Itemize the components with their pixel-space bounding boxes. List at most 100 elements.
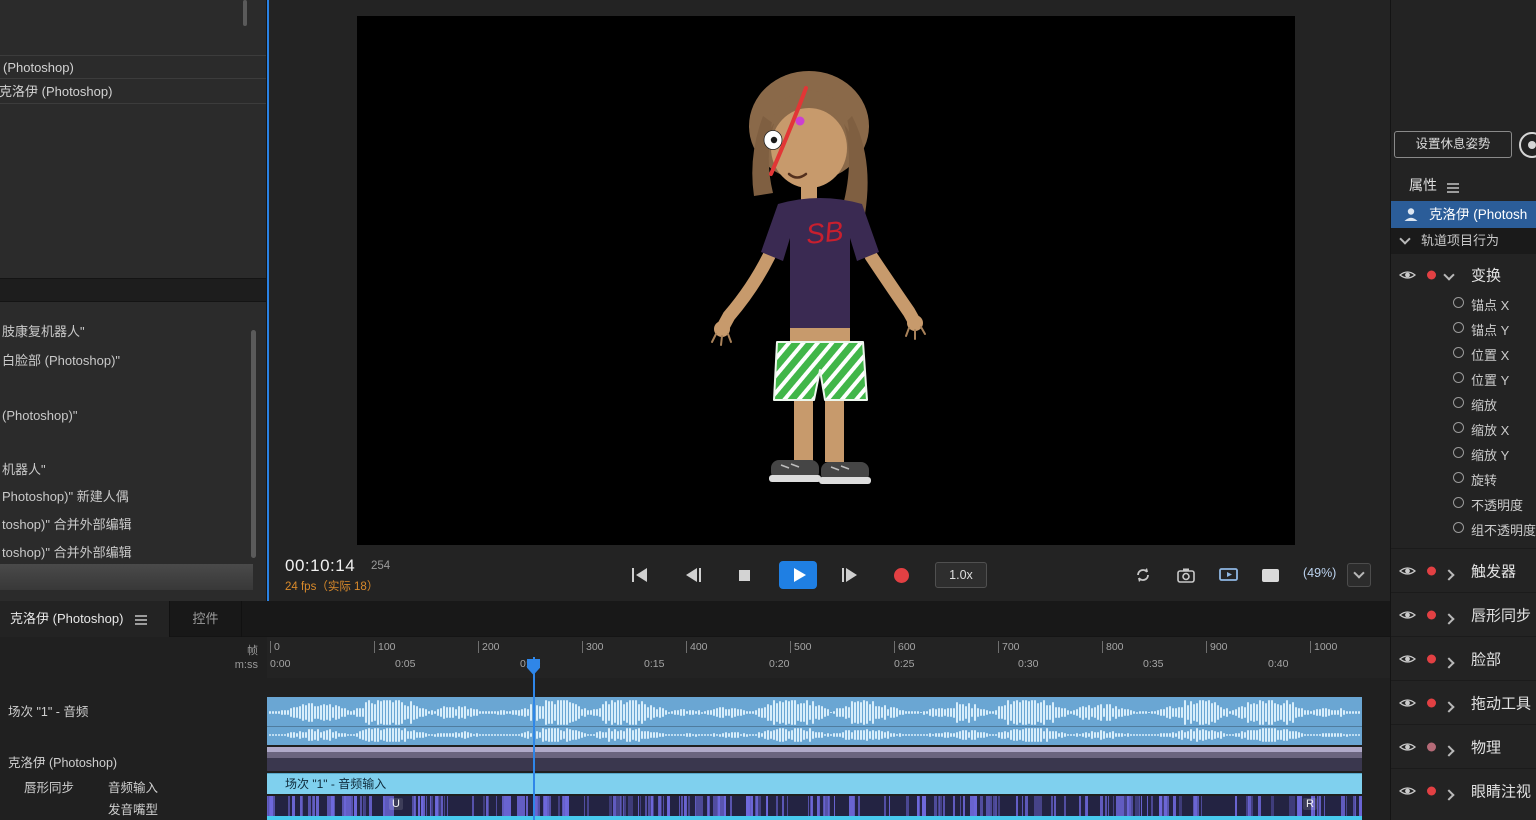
property-row-scale-x[interactable]: 缩放 X <box>1391 415 1536 440</box>
arm-record-dot[interactable] <box>1427 786 1436 795</box>
arm-record-dot[interactable] <box>1427 610 1436 619</box>
keyframe-ring-icon[interactable] <box>1453 522 1464 533</box>
eye-icon[interactable] <box>1399 269 1416 281</box>
property-row-anchor-x[interactable]: 锚点 X <box>1391 290 1536 315</box>
keyframe-ring-icon[interactable] <box>1453 397 1464 408</box>
history-item-selected[interactable] <box>0 564 253 590</box>
tab-controls[interactable]: 控件 <box>170 601 242 637</box>
panel-menu-icon[interactable] <box>1447 181 1459 195</box>
panel-menu-icon[interactable] <box>135 613 148 627</box>
keyframe-ring-icon[interactable] <box>1453 347 1464 358</box>
property-row-rotation[interactable]: 旋转 <box>1391 465 1536 490</box>
scene-stage[interactable]: SB <box>357 16 1295 545</box>
track-header-audio-input[interactable]: 音频输入 <box>108 777 158 796</box>
behavior-row-face[interactable]: 脸部 <box>1391 636 1536 680</box>
history-item[interactable]: toshop)" 合并外部编辑 <box>0 542 252 564</box>
history-item[interactable]: Photoshop)" 新建人偶 <box>0 486 252 508</box>
set-rest-pose-button[interactable]: 设置休息姿势 <box>1394 131 1512 158</box>
viseme-track-bar[interactable]: U R <box>267 796 1362 816</box>
property-row-position-x[interactable]: 位置 X <box>1391 340 1536 365</box>
audio-take-bar[interactable] <box>267 697 1362 745</box>
eye-icon[interactable] <box>1399 697 1416 709</box>
live-stream-button[interactable] <box>1217 563 1241 587</box>
property-row-anchor-y[interactable]: 锚点 Y <box>1391 315 1536 340</box>
project-item[interactable]: 克洛伊 (Photoshop) <box>0 80 266 104</box>
eye-icon[interactable] <box>1399 565 1416 577</box>
track-header-audio[interactable]: 场次 "1" - 音频 <box>8 701 88 720</box>
stop-button[interactable] <box>731 563 757 587</box>
property-row-scale-y[interactable]: 缩放 Y <box>1391 440 1536 465</box>
waveform-divider <box>267 726 1362 727</box>
chevron-right-icon[interactable] <box>1443 656 1455 669</box>
behavior-row-lipsync[interactable]: 唇形同步 <box>1391 592 1536 636</box>
viseme-label[interactable]: R <box>1303 798 1317 810</box>
chevron-right-icon[interactable] <box>1443 700 1455 713</box>
chevron-right-icon[interactable] <box>1443 788 1455 801</box>
keyframe-ring-icon[interactable] <box>1453 497 1464 508</box>
selected-puppet-row[interactable]: 克洛伊 (Photosh <box>1391 201 1536 228</box>
track-item-behaviors-section[interactable]: 轨道项目行为 <box>1391 228 1536 254</box>
scrollbar-thumb[interactable] <box>251 330 256 558</box>
history-item[interactable]: toshop)" 合并外部编辑 <box>0 514 252 536</box>
chevron-right-icon[interactable] <box>1443 612 1455 625</box>
keyframe-ring-icon[interactable] <box>1453 422 1464 433</box>
play-button[interactable] <box>779 561 817 589</box>
chevron-right-icon[interactable] <box>1443 744 1455 757</box>
zoom-level[interactable]: (49%) <box>1303 566 1336 580</box>
timecode-display[interactable]: 00:10:14 <box>285 556 355 576</box>
behavior-row-triggers[interactable]: 触发器 <box>1391 548 1536 592</box>
loop-playback-button[interactable] <box>1131 563 1155 587</box>
eye-icon[interactable] <box>1399 609 1416 621</box>
property-row-group-opacity[interactable]: 组不透明度 <box>1391 515 1536 540</box>
eye-icon[interactable] <box>1399 785 1416 797</box>
track-header-puppet[interactable]: 克洛伊 (Photoshop) <box>8 752 117 771</box>
history-item[interactable]: 白脸部 (Photoshop)" <box>0 350 252 372</box>
next-frame-button[interactable] <box>836 563 862 587</box>
arm-record-dot[interactable] <box>1427 566 1436 575</box>
timeline-ruler[interactable]: 0 100 200 300 400 500 600 700 800 900 10… <box>267 637 1390 678</box>
camera-record-icon[interactable] <box>1519 132 1536 158</box>
lipsync-take-bar[interactable]: 场次 "1" - 音频输入 <box>267 773 1362 794</box>
keyframe-ring-icon[interactable] <box>1453 372 1464 383</box>
scrollbar-thumb[interactable] <box>243 0 247 26</box>
behavior-row-eyegaze[interactable]: 眼睛注视 <box>1391 768 1536 812</box>
zoom-dropdown-button[interactable] <box>1347 563 1371 587</box>
property-row-position-y[interactable]: 位置 Y <box>1391 365 1536 390</box>
keyframe-ring-icon[interactable] <box>1453 472 1464 483</box>
tab-puppet-timeline[interactable]: 克洛伊 (Photoshop) <box>0 601 170 637</box>
record-button[interactable] <box>888 563 914 587</box>
keyframe-ring-icon[interactable] <box>1453 297 1464 308</box>
chevron-down-icon[interactable] <box>1443 269 1455 281</box>
behavior-row-physics[interactable]: 物理 <box>1391 724 1536 768</box>
arm-record-dot[interactable] <box>1427 270 1436 280</box>
behavior-row-dragger[interactable]: 拖动工具 <box>1391 680 1536 724</box>
puppet-character[interactable]: SB <box>357 16 1295 545</box>
snapshot-button[interactable] <box>1174 563 1198 587</box>
behavior-label: 拖动工具 <box>1471 695 1532 712</box>
history-item[interactable]: 机器人" <box>0 459 252 481</box>
keyframe-ring-icon[interactable] <box>1453 447 1464 458</box>
history-item[interactable]: 肢康复机器人" <box>0 321 252 343</box>
property-row-opacity[interactable]: 不透明度 <box>1391 490 1536 515</box>
track-header-lipsync[interactable]: 唇形同步 <box>24 777 74 796</box>
history-item[interactable]: (Photoshop)" <box>0 405 252 427</box>
arm-record-dot[interactable] <box>1427 742 1436 751</box>
stage-background-toggle[interactable] <box>1258 563 1282 587</box>
go-to-start-button[interactable] <box>626 563 652 587</box>
puppet-track-bar[interactable] <box>267 747 1362 771</box>
track-header-viseme[interactable]: 发音嘴型 <box>108 799 158 818</box>
chevron-right-icon[interactable] <box>1443 568 1455 581</box>
eye-icon[interactable] <box>1399 653 1416 665</box>
tab-label: 控件 <box>192 611 219 626</box>
property-row-scale[interactable]: 缩放 <box>1391 390 1536 415</box>
viseme-label[interactable]: U <box>389 798 403 810</box>
playback-speed-button[interactable]: 1.0x <box>935 562 987 588</box>
playhead-line[interactable] <box>533 657 535 820</box>
keyframe-ring-icon[interactable] <box>1453 322 1464 333</box>
arm-record-dot[interactable] <box>1427 698 1436 707</box>
arm-record-dot[interactable] <box>1427 654 1436 663</box>
behavior-row-transform[interactable]: 变换 <box>1391 261 1536 289</box>
eye-icon[interactable] <box>1399 741 1416 753</box>
project-item[interactable]: (Photoshop) <box>0 55 266 79</box>
previous-frame-button[interactable] <box>680 563 706 587</box>
